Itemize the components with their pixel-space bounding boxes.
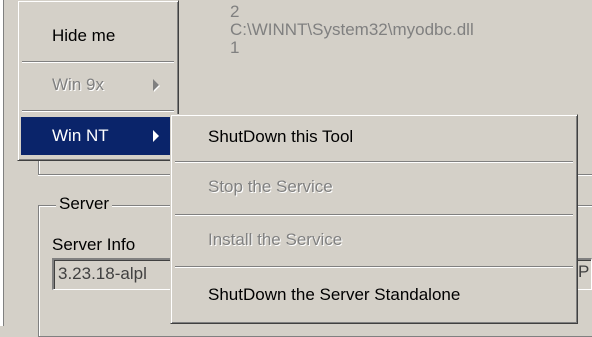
menu-item-label: Hide me <box>52 26 116 45</box>
menu-item-label: Install the Service <box>208 230 343 249</box>
menu-item-label: Stop the Service <box>208 177 333 196</box>
menu-item-hide-me[interactable]: Hide me <box>21 17 175 55</box>
menu-separator <box>22 61 174 63</box>
info-line-value: 1 <box>230 38 240 57</box>
menu-item-win9x[interactable]: Win 9x <box>21 66 175 104</box>
winnt-submenu: ShutDown this Tool Stop the Service Inst… <box>170 114 578 324</box>
clipped-field-text: P <box>578 262 590 281</box>
menu-item-label: ShutDown this Tool <box>208 127 354 146</box>
menu-separator <box>22 110 174 112</box>
menu-separator <box>175 161 573 163</box>
context-menu: Hide me Win 9x Win NT <box>17 0 179 161</box>
menu-separator <box>175 266 573 268</box>
server-group-label: Server <box>56 194 113 214</box>
menu-item-stop-service[interactable]: Stop the Service <box>174 168 574 206</box>
menu-item-label: Win 9x <box>52 75 104 94</box>
submenu-arrow-icon <box>153 79 159 91</box>
submenu-arrow-icon <box>153 130 159 142</box>
server-info-label: Server Info <box>52 235 136 254</box>
info-line-dll-path: C:\WINNT\System32\myodbc.dll <box>230 20 474 39</box>
menu-item-label: ShutDown the Server Standalone <box>208 285 461 304</box>
info-line-count: 2 <box>230 2 240 21</box>
menu-item-winnt[interactable]: Win NT <box>21 117 175 155</box>
menu-separator <box>175 214 573 216</box>
menu-item-label: Win NT <box>52 126 109 145</box>
menu-item-shutdown-server[interactable]: ShutDown the Server Standalone <box>174 276 574 314</box>
menu-item-install-service[interactable]: Install the Service <box>174 221 574 259</box>
menu-item-shutdown-tool[interactable]: ShutDown this Tool <box>174 118 574 156</box>
window-left-border <box>0 0 4 326</box>
